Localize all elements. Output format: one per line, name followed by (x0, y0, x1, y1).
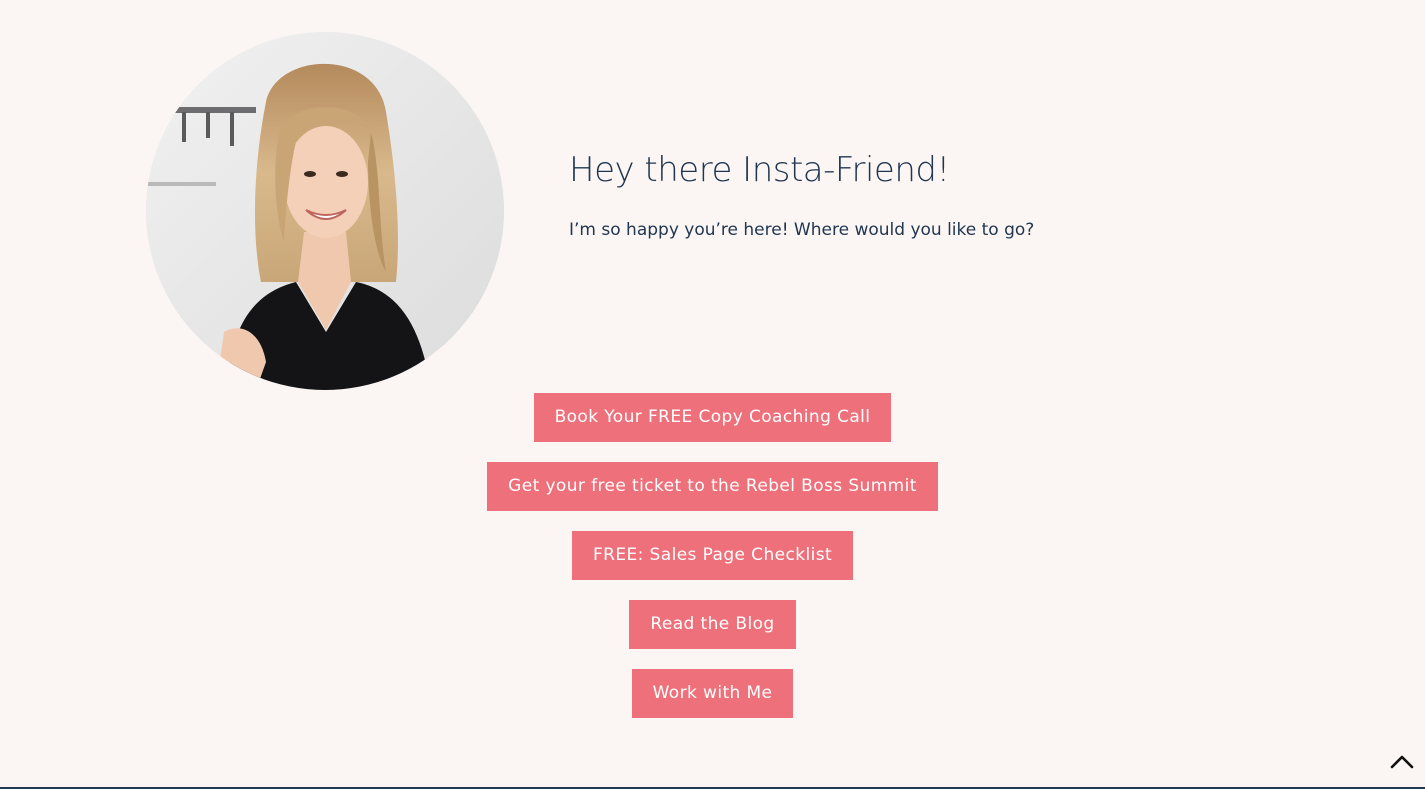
hero-text: Hey there Insta-Friend! I’m so happy you… (569, 148, 1269, 242)
sales-page-checklist-button[interactable]: FREE: Sales Page Checklist (571, 531, 854, 580)
profile-photo-illustration (146, 32, 504, 390)
page-title: Hey there Insta-Friend! (569, 150, 950, 190)
page-subtitle: I’m so happy you’re here! Where would yo… (569, 220, 1035, 240)
link-button-list: Book Your FREE Copy Coaching Call Get yo… (0, 393, 1425, 738)
rebel-boss-summit-ticket-button[interactable]: Get your free ticket to the Rebel Boss S… (487, 462, 938, 511)
back-to-top-button[interactable] (1389, 751, 1415, 773)
chevron-up-icon (1390, 755, 1414, 769)
read-blog-button[interactable]: Read the Blog (629, 600, 796, 649)
profile-photo (146, 32, 504, 390)
link-in-bio-page: Hey there Insta-Friend! I’m so happy you… (0, 0, 1425, 789)
book-coaching-call-button[interactable]: Book Your FREE Copy Coaching Call (533, 393, 892, 442)
work-with-me-button[interactable]: Work with Me (631, 669, 794, 718)
